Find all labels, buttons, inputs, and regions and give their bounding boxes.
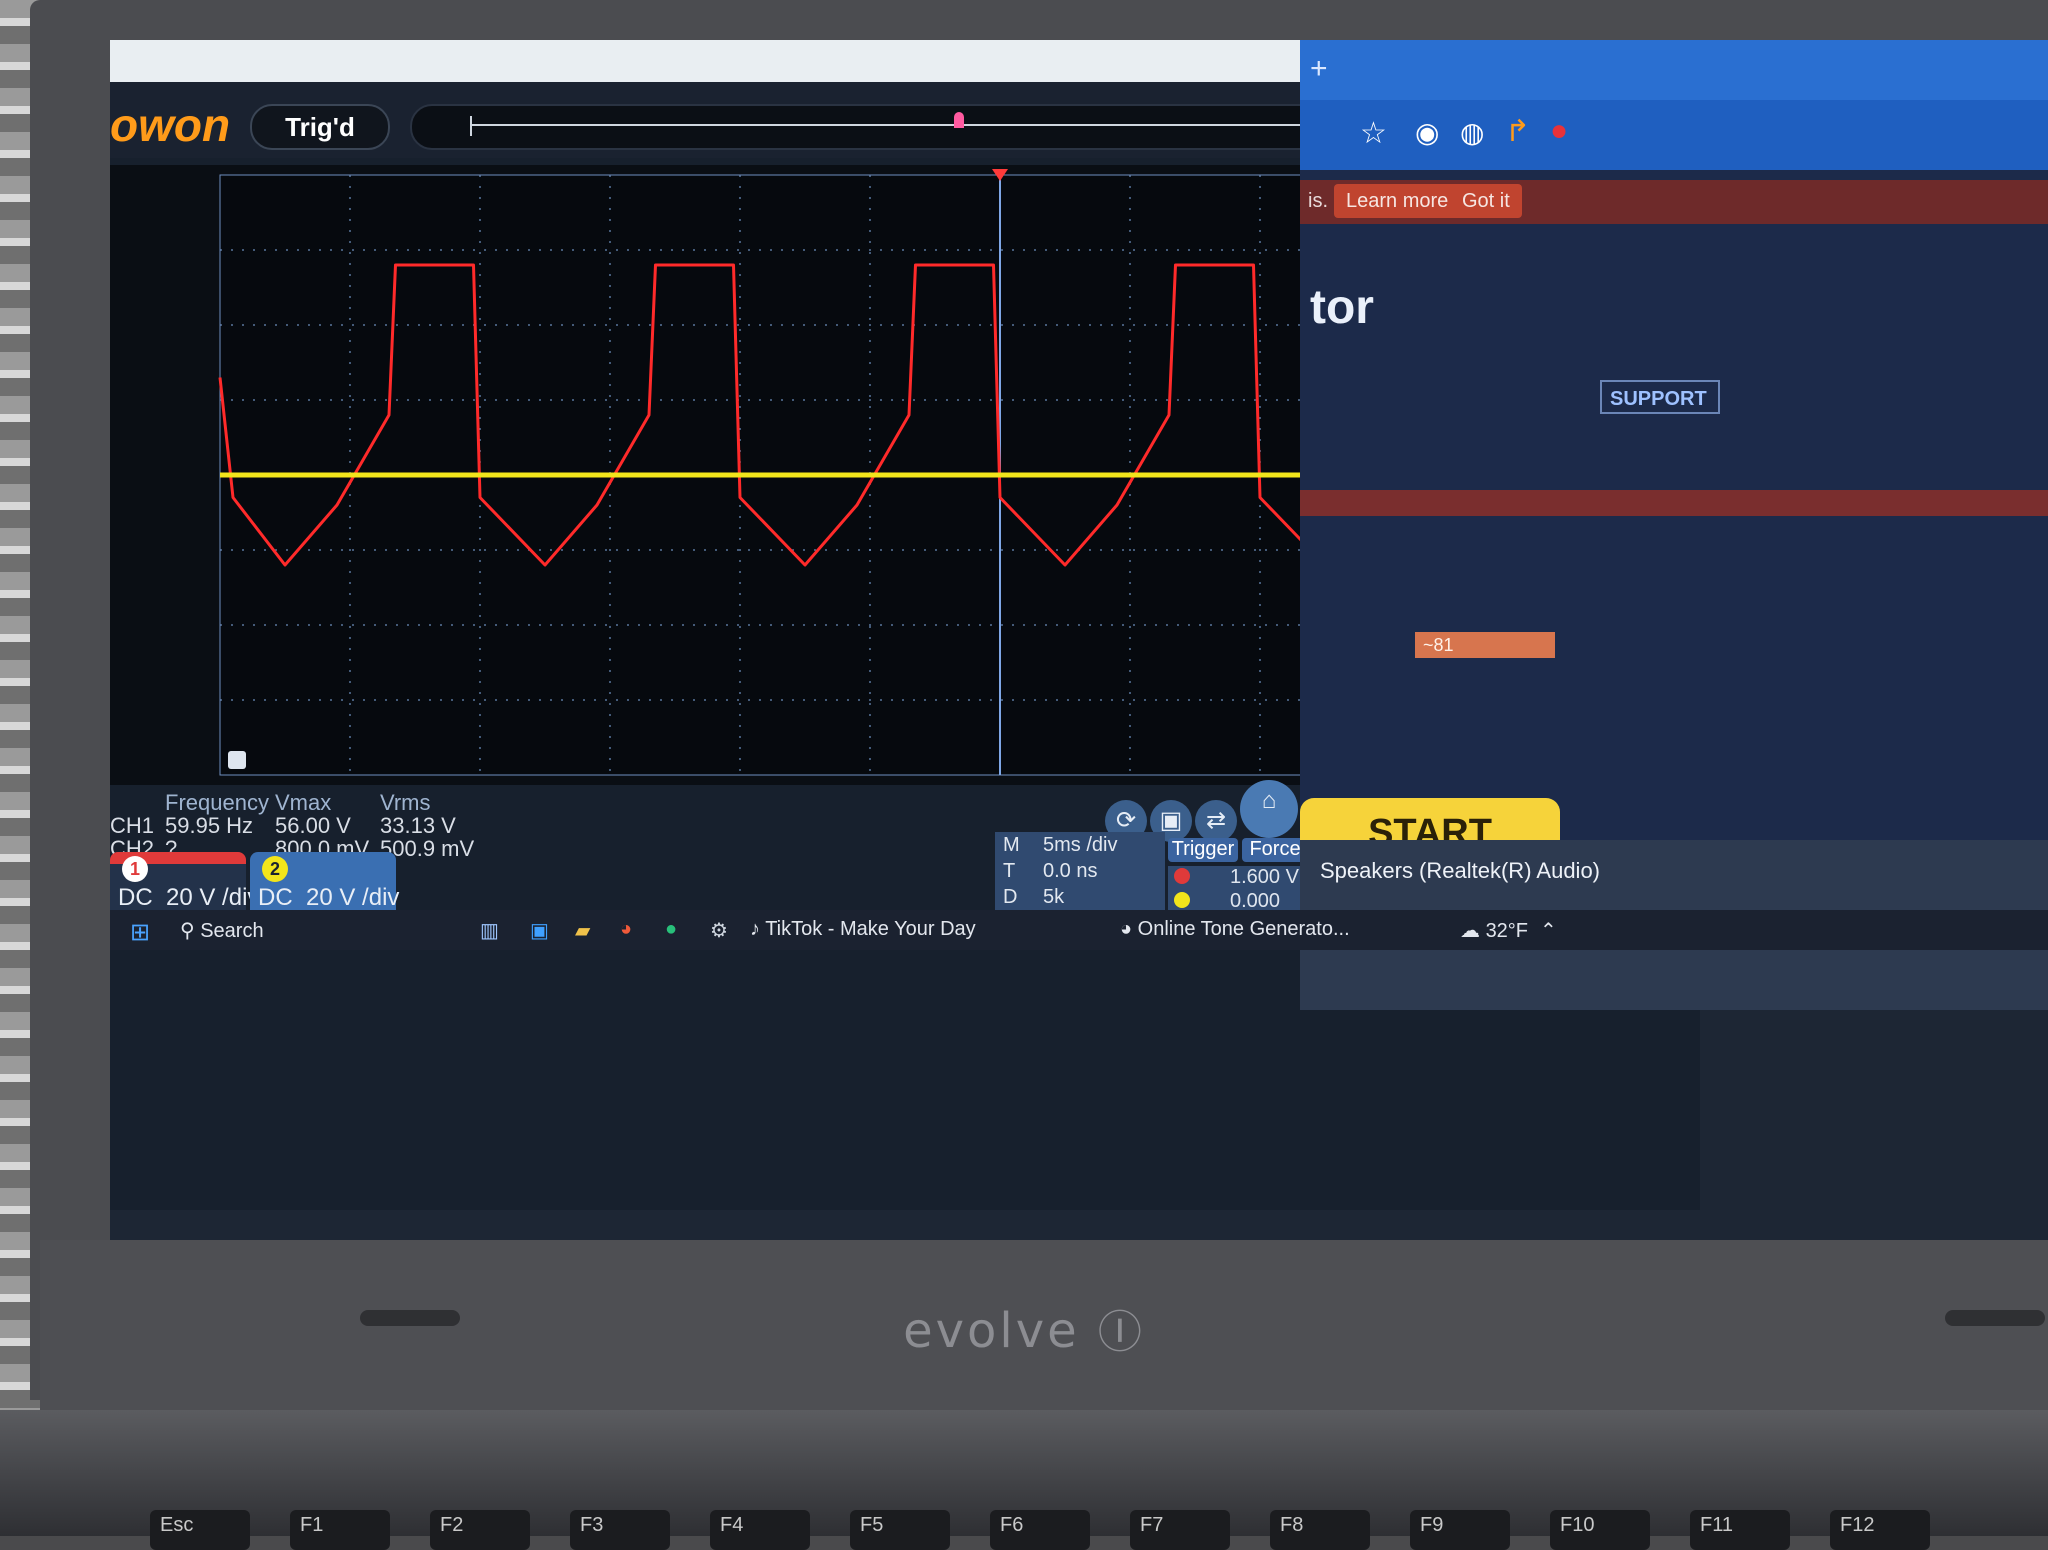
extension-arrow-icon[interactable]: ↱: [1505, 114, 1530, 149]
channel-1-tab[interactable]: 1 DC 20 V /div: [110, 852, 259, 912]
function-key-f11[interactable]: F11: [1690, 1510, 1790, 1550]
laptop-screen: –□✕ owon Trig'd A ⚡ CH1 CH2 Frequency 59…: [110, 40, 2048, 1240]
windows-start-icon[interactable]: ⊞: [130, 918, 150, 947]
browser-toolbar: ☆ ◉ ◍ ↱ ●: [1300, 100, 2048, 170]
function-key-f7[interactable]: F7: [1130, 1510, 1230, 1550]
timebase-d-label: D: [1003, 886, 1018, 908]
channel-1-chip: 1: [122, 856, 148, 882]
ch1-vrms: 33.13 V: [380, 813, 456, 838]
trigger-ch2-dot: [1174, 892, 1190, 908]
transfer-icon[interactable]: ⇄: [1195, 800, 1237, 842]
function-key-f8[interactable]: F8: [1270, 1510, 1370, 1550]
taskbar-app-icon[interactable]: ▣: [530, 918, 549, 943]
chrome-icon[interactable]: ◕: [620, 918, 632, 941]
browser-tab-strip: +: [1300, 40, 2048, 100]
function-key-f4[interactable]: F4: [710, 1510, 810, 1550]
cookie-banner: is. Learn more Got it: [1300, 180, 2048, 224]
trigger-button[interactable]: Trigger: [1168, 838, 1238, 862]
trigger-status-badge: Trig'd: [250, 104, 390, 150]
timebase-panel: M 5ms /div T 0.0 ns D 5k: [995, 832, 1165, 912]
page-divider: [1300, 490, 2048, 516]
weather-temperature[interactable]: ☁ 32°F: [1460, 918, 1528, 943]
timebase-t-label: T: [1003, 860, 1016, 882]
frequency-dropdown[interactable]: ~81: [1415, 632, 1555, 658]
channel-1-settings: DC 20 V /div: [118, 884, 260, 911]
timebase-m-label: M: [1003, 834, 1020, 856]
laptop-brand-logo: evolve Ⓘ: [903, 1303, 1145, 1359]
function-key-f5[interactable]: F5: [850, 1510, 950, 1550]
channel-2-tab[interactable]: 2 DC 20 V /div: [250, 852, 400, 912]
function-key-f1[interactable]: F1: [290, 1510, 390, 1550]
page-heading-fragment: tor: [1310, 281, 1374, 334]
windows-taskbar: ⊞ ⚲ Search ▥ ▣ ▰ ◕ ● ⚙ ♪ TikTok - Make Y…: [110, 910, 2048, 950]
trigger-ch1-dot: [1174, 868, 1190, 884]
settings-icon[interactable]: ⚙: [710, 918, 728, 943]
vrms-header: Vrms: [380, 790, 431, 815]
ch1-label: CH1: [110, 813, 155, 838]
support-button[interactable]: SUPPORT: [1600, 380, 1720, 414]
function-key-f3[interactable]: F3: [570, 1510, 670, 1550]
task-view-icon[interactable]: ▥: [480, 918, 499, 943]
timebase-d-value: 5k: [1043, 886, 1065, 908]
audio-device-label[interactable]: Speakers (Realtek(R) Audio): [1320, 858, 1600, 884]
timeline-start-tick: [470, 116, 472, 136]
extension-record-icon[interactable]: ●: [1550, 114, 1568, 148]
taskbar-tiktok[interactable]: ♪ TikTok - Make Your Day: [750, 918, 976, 941]
function-key-f9[interactable]: F9: [1410, 1510, 1510, 1550]
timebase-m-value: 5ms /div: [1043, 834, 1118, 856]
file-explorer-icon[interactable]: ▰: [575, 918, 590, 943]
browser-window: + ☆ ◉ ◍ ↱ ● is. Learn more Got it tor SU…: [1300, 40, 2048, 910]
got-it-button[interactable]: Got it: [1450, 184, 1522, 218]
function-key-esc[interactable]: Esc: [150, 1510, 250, 1550]
search-label: Search: [200, 920, 264, 942]
frequency-header: Frequency: [165, 790, 269, 815]
extension-bulb-icon[interactable]: ◉: [1415, 116, 1439, 149]
home-icon[interactable]: ⌂: [1240, 780, 1298, 838]
function-key-f2[interactable]: F2: [430, 1510, 530, 1550]
trigger-ch1-level: 1.600 V: [1230, 866, 1299, 888]
force-button[interactable]: Force: [1242, 838, 1308, 862]
ch1-frequency: 59.95 Hz: [165, 813, 254, 838]
keyboard: Esc F1 F2 F3 F4 F5 F6 F7 F8 F9 F10 F11 F12: [0, 1410, 2048, 1550]
timeline-position-marker[interactable]: [954, 112, 964, 128]
tray-chevron-icon[interactable]: ⌃: [1540, 918, 1557, 943]
owon-logo: owon: [110, 99, 231, 151]
taskbar-tone-generator[interactable]: ◕ Online Tone Generato...: [1120, 918, 1350, 941]
timebase-t-value: 0.0 ns: [1043, 860, 1098, 882]
function-key-f10[interactable]: F10: [1550, 1510, 1650, 1550]
extension-mouse-icon[interactable]: ◍: [1460, 116, 1484, 149]
bookmark-star-icon[interactable]: ☆: [1360, 116, 1387, 151]
channel-ground-marker: [228, 751, 246, 769]
channel-2-chip: 2: [262, 856, 288, 882]
learn-more-button[interactable]: Learn more: [1334, 184, 1461, 218]
cookie-text-fragment: is.: [1308, 190, 1328, 212]
trigger-levels: 1.600 V 0.000 mV: [1168, 866, 1308, 935]
green-app-icon[interactable]: ●: [665, 918, 677, 941]
channel-2-settings: DC 20 V /div: [258, 884, 400, 911]
function-key-f6[interactable]: F6: [990, 1510, 1090, 1550]
function-key-f12[interactable]: F12: [1830, 1510, 1930, 1550]
ch1-vmax: 56.00 V: [275, 813, 351, 838]
vmax-header: Vmax: [275, 790, 332, 815]
search-icon: ⚲: [180, 920, 195, 942]
new-tab-icon[interactable]: +: [1310, 52, 1328, 86]
taskbar-search[interactable]: ⚲ Search: [180, 918, 264, 943]
